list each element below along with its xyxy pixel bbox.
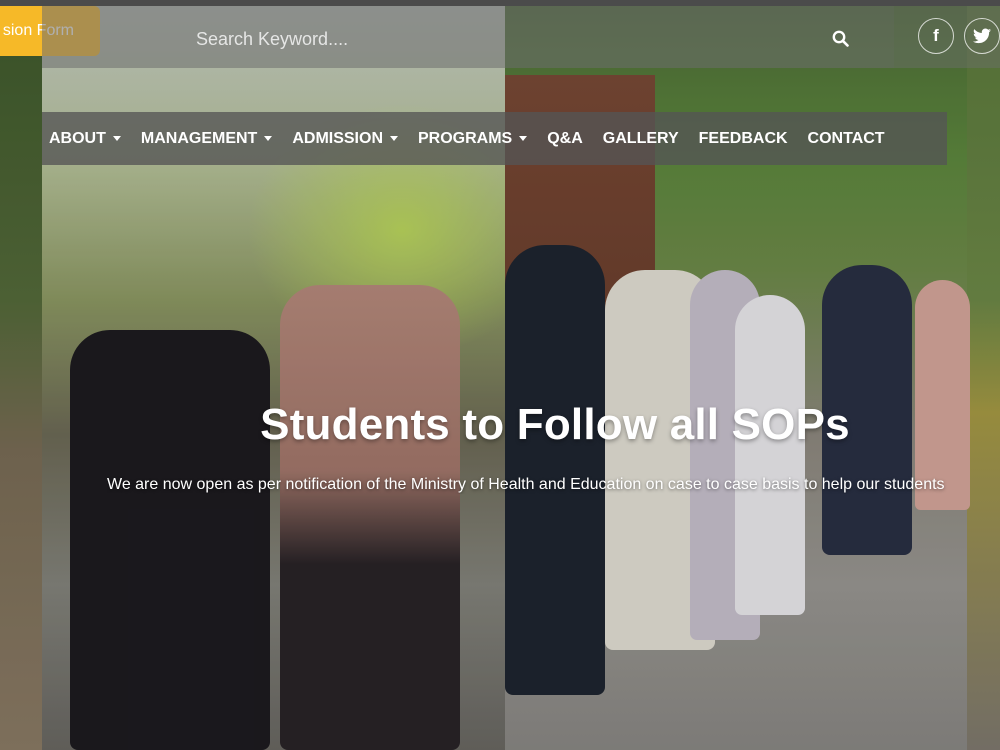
nav-item-label: ABOUT xyxy=(49,129,106,147)
nav-item-qa[interactable]: Q&A xyxy=(540,112,596,165)
nav-item-label: ADMISSION xyxy=(292,129,383,147)
nav-item-feedback[interactable]: FEEDBACK xyxy=(692,112,801,165)
nav-item-label: PROGRAMS xyxy=(418,129,513,147)
nav-item-management[interactable]: MANAGEMENT xyxy=(134,112,285,165)
caret-down-icon xyxy=(112,136,121,141)
hero-title: Students to Follow all SOPs xyxy=(260,400,850,449)
nav-item-programs[interactable]: PROGRAMS xyxy=(411,112,540,165)
hero-subtitle: We are now open as per notification of t… xyxy=(107,476,945,493)
nav-item-about[interactable]: ABOUT xyxy=(42,112,134,165)
search-bar xyxy=(42,6,894,68)
nav-item-admission[interactable]: ADMISSION xyxy=(285,112,411,165)
nav-item-label: CONTACT xyxy=(807,129,885,147)
facebook-icon[interactable]: f xyxy=(918,18,954,54)
nav-item-gallery[interactable]: GALLERY xyxy=(596,112,692,165)
nav-item-label: Q&A xyxy=(547,129,583,147)
main-navigation: ABOUT MANAGEMENT ADMISSION PROGRAMS Q&A … xyxy=(42,112,947,165)
caret-down-icon xyxy=(264,136,273,141)
caret-down-icon xyxy=(390,136,398,141)
nav-item-label: MANAGEMENT xyxy=(140,129,258,147)
nav-item-contact[interactable]: CONTACT xyxy=(801,112,898,165)
nav-item-label: FEEDBACK xyxy=(698,129,788,147)
nav-item-label: GALLERY xyxy=(602,129,679,147)
search-input[interactable] xyxy=(194,26,798,52)
search-icon[interactable] xyxy=(832,30,849,52)
twitter-icon[interactable] xyxy=(964,18,1000,54)
caret-down-icon xyxy=(519,136,528,141)
